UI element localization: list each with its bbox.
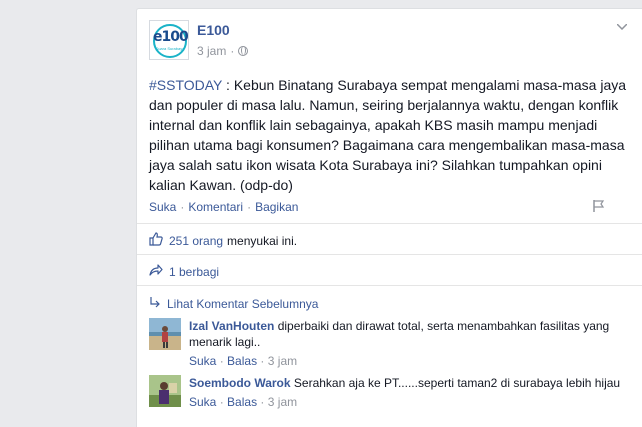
comment-separator: · [219, 395, 228, 409]
globe-icon[interactable] [238, 46, 249, 56]
likes-row: 251 orang menyukai ini. [149, 232, 297, 249]
page-name-link[interactable]: E100 [197, 22, 230, 38]
commenter-name-link[interactable]: Soembodo Warok [189, 376, 291, 390]
comment-time[interactable]: 3 jam [268, 395, 297, 409]
likes-suffix: menyukai ini. [227, 233, 298, 248]
comment-separator: · [219, 354, 228, 368]
page-avatar[interactable]: e100 Suara Surabaya [149, 20, 189, 60]
post-header: e100 Suara Surabaya E100 3 jam · [149, 20, 630, 64]
comment-body: Soembodo Warok Serahkan aja ke PT......s… [189, 375, 629, 410]
comment-text: Serahkan aja ke PT......seperti taman2 d… [293, 376, 621, 390]
logo-text: e100 [153, 29, 188, 45]
post-body-text: : Kebun Binatang Surabaya sempat mengala… [149, 77, 627, 193]
comment-actions: Suka · Balas · 3 jam [189, 394, 629, 410]
divider [137, 285, 642, 286]
comment-like-button[interactable]: Suka [189, 354, 216, 368]
comment-separator: · [260, 395, 268, 409]
comment-separator: · [260, 354, 268, 368]
comment-reply-icon [149, 296, 161, 311]
view-previous-comments-link[interactable]: Lihat Komentar Sebelumnya [167, 297, 318, 311]
post-time[interactable]: 3 jam [197, 44, 226, 58]
flag-icon[interactable] [592, 199, 606, 213]
like-button[interactable]: Suka [149, 200, 176, 214]
logo-subtext: Suara Surabaya [155, 46, 185, 51]
comment-time[interactable]: 3 jam [268, 354, 297, 368]
divider [137, 223, 642, 224]
chevron-down-icon[interactable] [614, 20, 630, 36]
comment-actions: Suka · Balas · 3 jam [189, 353, 629, 369]
meta-separator: · [230, 44, 235, 58]
commenter-name-link[interactable]: Izal VanHouten [189, 319, 274, 333]
post-actions: Suka · Komentari · Bagikan [149, 200, 298, 214]
divider [137, 254, 642, 255]
comment-button[interactable]: Komentari [188, 200, 243, 214]
commenter-avatar[interactable] [149, 375, 181, 407]
shares-row: 1 berbagi [149, 263, 219, 280]
shares-link[interactable]: 1 berbagi [169, 265, 219, 279]
comment-body: Izal VanHouten diperbaiki dan dirawat to… [189, 318, 629, 369]
post-card: e100 Suara Surabaya E100 3 jam · #SSTODA… [136, 8, 642, 427]
hashtag-link[interactable]: #SSTODAY [149, 77, 222, 93]
post-body: #SSTODAY : Kebun Binatang Surabaya sempa… [149, 75, 629, 195]
post-meta: 3 jam · [197, 44, 249, 58]
action-separator: · [247, 200, 252, 214]
view-previous-row: Lihat Komentar Sebelumnya [149, 296, 318, 311]
share-button[interactable]: Bagikan [255, 200, 298, 214]
comment-reply-button[interactable]: Balas [227, 395, 257, 409]
share-arrow-icon [149, 263, 163, 280]
likes-count-link[interactable]: 251 orang [169, 234, 223, 248]
comment-like-button[interactable]: Suka [189, 395, 216, 409]
commenter-avatar[interactable] [149, 318, 181, 350]
thumbs-up-icon [149, 232, 163, 249]
action-separator: · [180, 200, 185, 214]
comment-reply-button[interactable]: Balas [227, 354, 257, 368]
